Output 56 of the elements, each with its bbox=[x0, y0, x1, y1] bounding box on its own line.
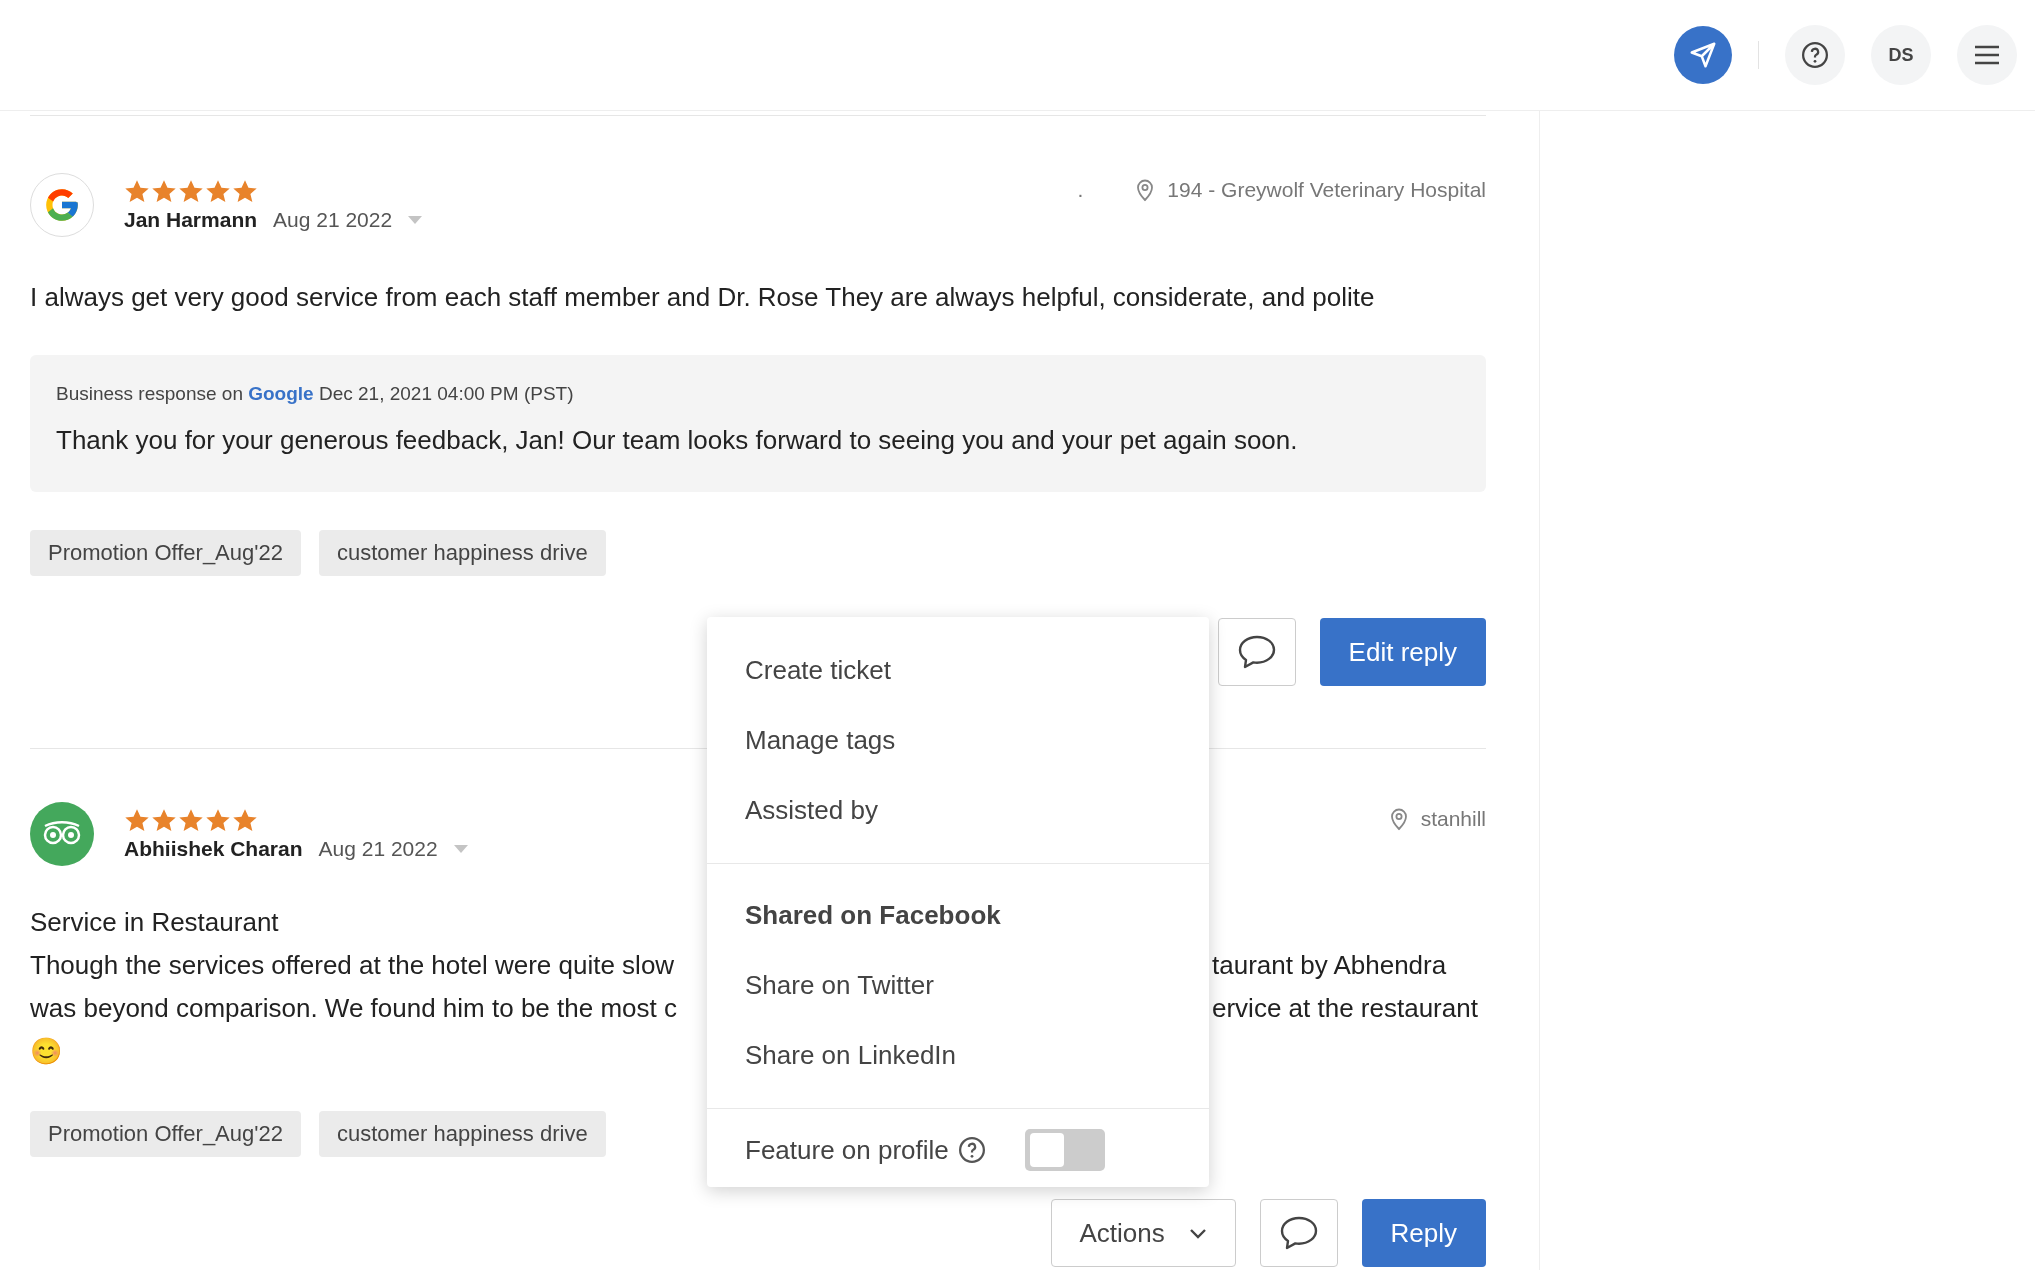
paper-plane-icon bbox=[1688, 40, 1718, 70]
response-text: Thank you for your generous feedback, Jan! Our team looks forward to seeing you and your pet again soon. bbox=[56, 425, 1299, 456]
location-label: stanhill bbox=[1420, 807, 1486, 831]
menu-item[interactable]: Manage tags bbox=[707, 705, 1209, 775]
review-text: 😊 bbox=[30, 1035, 62, 1068]
user-avatar-button[interactable]: DS bbox=[1871, 25, 1931, 85]
tag-chip[interactable]: customer happiness drive bbox=[318, 1111, 606, 1157]
review-date: Aug 21 2022 bbox=[318, 836, 438, 861]
help-icon[interactable] bbox=[956, 1135, 987, 1165]
response-meta: Business response on Google Dec 21, 2021 04:00 PM (PST) bbox=[56, 383, 575, 405]
send-button[interactable] bbox=[1674, 26, 1732, 84]
location-pin-icon bbox=[1135, 178, 1156, 202]
filled-star-icon bbox=[151, 178, 177, 204]
filled-star-icon bbox=[124, 178, 150, 204]
review-text: Though the services offered at the hotel were quite slow bbox=[30, 949, 675, 982]
menu-item[interactable]: Share on Twitter bbox=[707, 950, 1209, 1020]
menu-item[interactable]: Assisted by bbox=[707, 775, 1209, 845]
letter-g-icon bbox=[43, 186, 81, 224]
reviewer-name: Abhiishek Charan bbox=[124, 836, 303, 861]
comment-button[interactable] bbox=[1259, 1199, 1338, 1267]
location-pin-icon bbox=[1388, 807, 1409, 831]
filled-star-icon bbox=[178, 807, 204, 833]
menu-icon bbox=[1973, 43, 2001, 67]
tag-chip[interactable]: Promotion Offer_Aug'22 bbox=[30, 530, 301, 576]
location-label: 194 - Greywolf Veterinary Hospital bbox=[1167, 178, 1486, 202]
feature-label: Feature on profile bbox=[745, 1134, 949, 1166]
menu-item[interactable]: Shared on Facebook bbox=[707, 880, 1209, 950]
menu-item[interactable]: Share on LinkedIn bbox=[707, 1020, 1209, 1090]
filled-star-icon bbox=[205, 807, 231, 833]
filled-star-icon bbox=[205, 178, 231, 204]
filled-star-icon bbox=[124, 807, 150, 833]
help-icon bbox=[1800, 40, 1830, 70]
location-separator: . bbox=[1077, 178, 1084, 202]
comment-button[interactable] bbox=[1217, 618, 1296, 686]
review-text: ervice at the restaurant bbox=[1212, 992, 1478, 1025]
review-text: was beyond comparison. We found him to be the most c bbox=[30, 992, 677, 1025]
speech-bubble-icon bbox=[1236, 633, 1277, 671]
filled-star-icon bbox=[178, 178, 204, 204]
review-text: I always get very good service from each staff member and Dr. Rose They are always helpful, considerate, and polite bbox=[30, 281, 1375, 314]
review-text: taurant by Abhendra bbox=[1212, 949, 1447, 982]
speech-bubble-icon bbox=[1278, 1214, 1319, 1252]
reply-button[interactable]: Edit reply bbox=[1319, 618, 1486, 686]
chevron-down-icon bbox=[1188, 1227, 1207, 1239]
feature-toggle[interactable] bbox=[1024, 1129, 1105, 1171]
owl-eyes-icon bbox=[42, 821, 82, 847]
filled-star-icon bbox=[232, 178, 258, 204]
filled-star-icon bbox=[151, 807, 177, 833]
review-date: Aug 21 2022 bbox=[273, 207, 393, 232]
reply-button[interactable]: Reply bbox=[1361, 1199, 1486, 1267]
actions-dropdown-button[interactable]: Actions bbox=[1050, 1199, 1236, 1267]
review-title: Service in Restaurant bbox=[30, 906, 279, 939]
tag-chip[interactable]: Promotion Offer_Aug'22 bbox=[30, 1111, 301, 1157]
filled-star-icon bbox=[232, 807, 258, 833]
tag-chip[interactable]: customer happiness drive bbox=[318, 530, 606, 576]
reviewer-name: Jan Harmann bbox=[124, 207, 258, 232]
menu-item[interactable]: Create ticket bbox=[707, 635, 1209, 705]
